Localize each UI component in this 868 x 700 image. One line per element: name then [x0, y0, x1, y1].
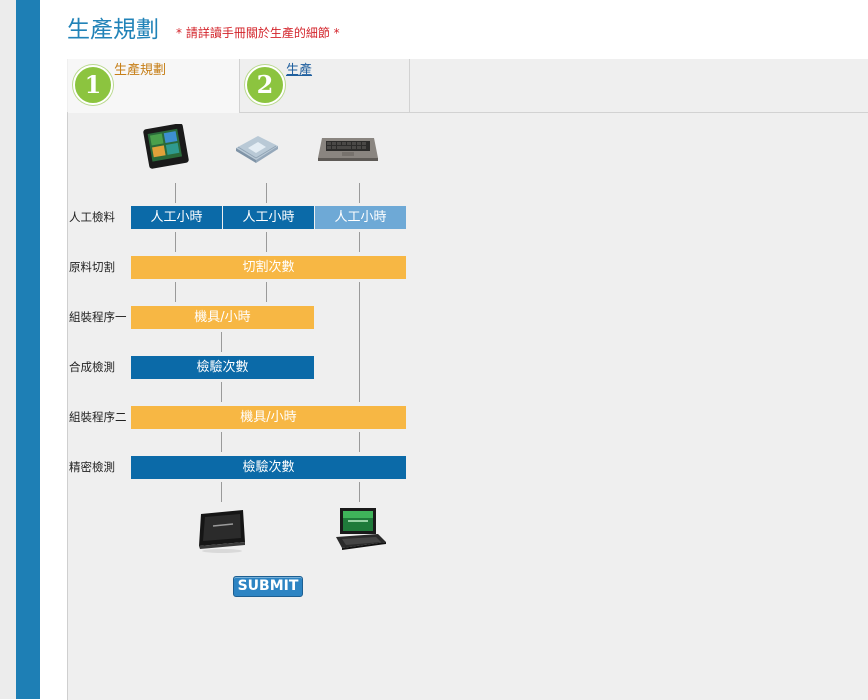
keyboard-icon: [318, 138, 378, 161]
connector-line: [221, 382, 222, 402]
connector-line: [221, 482, 222, 502]
manual-note: * 請詳讀手冊關於生產的細節 *: [176, 26, 340, 40]
labor-hours-bar-tablet[interactable]: 人工小時: [131, 206, 222, 229]
row-label-synthesis-inspection: 合成檢測: [69, 360, 115, 374]
netbook-product-icon: [336, 508, 386, 550]
synthesis-inspection-count-bar[interactable]: 檢驗次數: [131, 356, 314, 379]
tab-production[interactable]: 2 生產: [240, 59, 410, 112]
connector-line: [266, 232, 267, 252]
left-margin: [0, 0, 16, 699]
row-label-precision-inspection: 精密檢測: [69, 460, 115, 474]
connector-line: [175, 183, 176, 203]
row-label-material-cutting: 原料切割: [69, 260, 115, 274]
step-2-badge: 2: [245, 65, 285, 105]
connector-line: [266, 183, 267, 203]
sidebar-strip: [16, 0, 40, 699]
tablet-product-icon: [199, 510, 245, 553]
labor-hours-bar-chip[interactable]: 人工小時: [223, 206, 314, 229]
connector-line: [175, 282, 176, 302]
assembly-two-machine-hours-bar[interactable]: 機具/小時: [131, 406, 406, 429]
connector-line: [221, 432, 222, 452]
connector-line: [221, 332, 222, 352]
connector-line: [359, 282, 360, 402]
connector-line: [359, 183, 360, 203]
connector-line: [359, 232, 360, 252]
row-label-assembly-one: 組裝程序一: [69, 310, 127, 324]
precision-inspection-count-bar[interactable]: 檢驗次數: [131, 456, 406, 479]
labor-hours-bar-keyboard[interactable]: 人工小時: [315, 206, 406, 229]
tab-production-label[interactable]: 生產: [286, 63, 312, 79]
connector-line: [266, 282, 267, 302]
tab-production-planning-label[interactable]: 生產規劃: [114, 63, 166, 79]
cpu-chip-icon: [236, 136, 278, 163]
tab-production-planning[interactable]: 1 生產規劃: [68, 59, 240, 113]
submit-button[interactable]: SUBMIT: [233, 576, 303, 597]
row-label-manual-material-check: 人工檢料: [69, 210, 115, 224]
connector-line: [359, 432, 360, 452]
connector-line: [359, 482, 360, 502]
cutting-count-bar[interactable]: 切割次數: [131, 256, 406, 279]
connector-line: [175, 232, 176, 252]
assembly-one-machine-hours-bar[interactable]: 機具/小時: [131, 306, 314, 329]
tablet-icon: [143, 124, 189, 169]
step-1-badge: 1: [73, 65, 113, 105]
row-label-assembly-two: 組裝程序二: [69, 410, 127, 424]
page-title: 生產規劃: [67, 17, 159, 43]
